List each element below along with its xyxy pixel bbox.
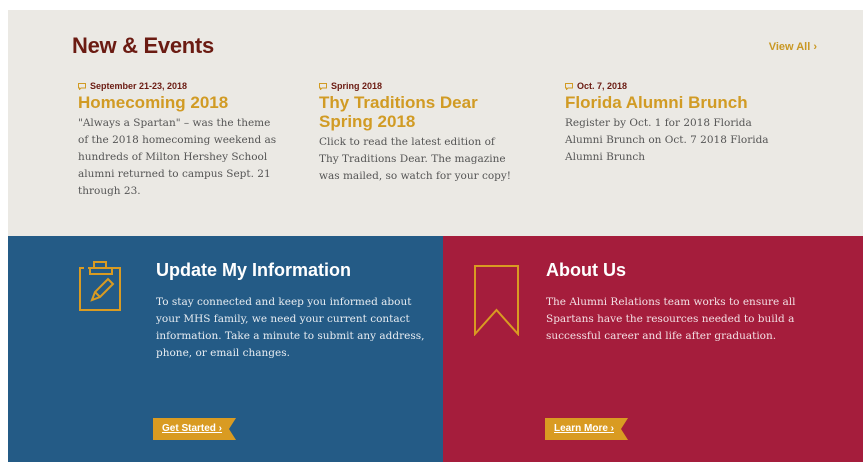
clipboard-pencil-icon: [74, 258, 134, 322]
event-description: "Always a Spartan" – was the theme of th…: [78, 117, 277, 197]
panel-title: Update My Information: [156, 260, 352, 280]
event-item[interactable]: Oct. 7, 2018 Florida Alumni Brunch Regis…: [565, 81, 769, 166]
event-date-row: Spring 2018: [319, 81, 519, 91]
event-description: Register by Oct. 1 for 2018 Florida Alum…: [565, 117, 769, 163]
bookmark-ribbon-icon: [472, 264, 522, 340]
calendar-icon: [319, 82, 327, 90]
update-information-panel: Update My Information To stay connected …: [8, 236, 443, 462]
event-date: Spring 2018: [331, 81, 383, 91]
page: New & Events View All › September 21-23,…: [0, 0, 863, 462]
event-title[interactable]: Homecoming 2018: [78, 93, 278, 112]
event-description: Click to read the latest edition of Thy …: [319, 136, 512, 182]
learn-more-button[interactable]: Learn More ›: [545, 418, 628, 440]
panel-description: The Alumni Relations team works to ensur…: [546, 296, 796, 342]
event-date-row: September 21-23, 2018: [78, 81, 278, 91]
calendar-icon: [565, 82, 573, 90]
event-item[interactable]: Spring 2018 Thy Traditions Dear Spring 2…: [319, 81, 519, 185]
event-date-row: Oct. 7, 2018: [565, 81, 765, 91]
event-date: Oct. 7, 2018: [577, 81, 628, 91]
section-title: New & Events: [72, 33, 214, 58]
event-title[interactable]: Florida Alumni Brunch: [565, 93, 795, 112]
calendar-icon: [78, 82, 86, 90]
about-us-panel: About Us The Alumni Relations team works…: [443, 236, 863, 462]
event-item[interactable]: September 21-23, 2018 Homecoming 2018 "A…: [78, 81, 278, 200]
event-date: September 21-23, 2018: [90, 81, 188, 91]
panel-title: About Us: [546, 260, 626, 280]
view-all-link[interactable]: View All ›: [769, 41, 817, 53]
panel-description: To stay connected and keep you informed …: [156, 296, 425, 359]
get-started-button[interactable]: Get Started ›: [153, 418, 236, 440]
news-events-section: New & Events View All › September 21-23,…: [8, 10, 863, 236]
event-title[interactable]: Thy Traditions Dear Spring 2018: [319, 93, 494, 131]
